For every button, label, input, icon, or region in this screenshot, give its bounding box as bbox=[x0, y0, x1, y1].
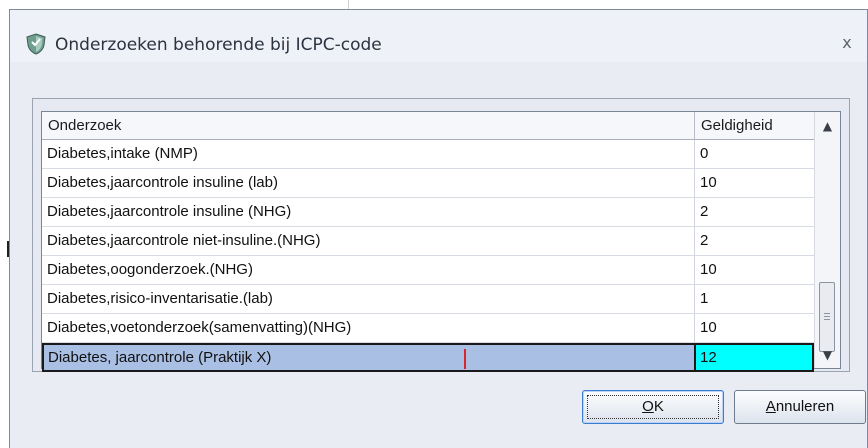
onderzoek-cell[interactable]: Diabetes,jaarcontrole niet-insuline.(NHG… bbox=[42, 227, 694, 256]
cancel-button[interactable]: Annuleren bbox=[734, 390, 866, 424]
geldigheid-cell-active[interactable]: 12 bbox=[694, 343, 814, 372]
onderzoek-cell-editing[interactable]: Diabetes, jaarcontrole (Praktijk X) bbox=[42, 343, 694, 372]
arrow-up-icon[interactable]: ▲ bbox=[815, 113, 840, 139]
cancel-mnemonic: A bbox=[765, 398, 776, 415]
close-icon[interactable]: x bbox=[835, 32, 859, 54]
onderzoek-cell[interactable]: Diabetes,risico-inventarisatie.(lab) bbox=[42, 285, 694, 314]
ok-button[interactable]: OK bbox=[582, 390, 724, 424]
geldigheid-cell[interactable]: 2 bbox=[694, 227, 814, 256]
table-row[interactable]: Diabetes,jaarcontrole insuline (NHG) 2 bbox=[42, 198, 814, 227]
table-row[interactable]: Diabetes,voetonderzoek(samenvatting)(NHG… bbox=[42, 314, 814, 343]
background-window-edge-left bbox=[0, 9, 9, 448]
table-row[interactable]: Diabetes,risico-inventarisatie.(lab) 1 bbox=[42, 285, 814, 314]
grip-line bbox=[824, 313, 830, 314]
table-row[interactable]: Diabetes,oogonderzoek.(NHG) 10 bbox=[42, 256, 814, 285]
icpc-dialog: Onderzoeken behorende bij ICPC-code x On… bbox=[9, 9, 868, 448]
shield-icon bbox=[26, 33, 46, 55]
onderzoek-cell[interactable]: Diabetes,oogonderzoek.(NHG) bbox=[42, 256, 694, 285]
focus-rectangle bbox=[587, 395, 719, 419]
onderzoeken-grid[interactable]: Onderzoek Geldigheid Diabetes,intake (NM… bbox=[41, 111, 841, 372]
background-divider bbox=[348, 0, 349, 9]
table-row-selected[interactable]: Diabetes, jaarcontrole (Praktijk X) 12 bbox=[42, 343, 814, 372]
onderzoek-cell[interactable]: Diabetes,voetonderzoek(samenvatting)(NHG… bbox=[42, 314, 694, 343]
vertical-scrollbar[interactable]: ▲ ▼ bbox=[814, 112, 840, 368]
table-row[interactable]: Diabetes,intake (NMP) 0 bbox=[42, 140, 814, 169]
geldigheid-cell[interactable]: 2 bbox=[694, 198, 814, 227]
table-row[interactable]: Diabetes,jaarcontrole niet-insuline.(NHG… bbox=[42, 227, 814, 256]
onderzoek-cell[interactable]: Diabetes,intake (NMP) bbox=[42, 140, 694, 169]
geldigheid-cell[interactable]: 10 bbox=[694, 256, 814, 285]
onderzoek-cell[interactable]: Diabetes,jaarcontrole insuline (lab) bbox=[42, 169, 694, 198]
background-window-edge bbox=[0, 0, 868, 9]
geldigheid-cell[interactable]: 10 bbox=[694, 169, 814, 198]
geldigheid-cell[interactable]: 1 bbox=[694, 285, 814, 314]
dialog-title: Onderzoeken behorende bij ICPC-code bbox=[55, 35, 382, 55]
title-bar[interactable]: Onderzoeken behorende bij ICPC-code x bbox=[10, 10, 867, 62]
grip-line bbox=[824, 316, 830, 317]
onderzoek-cell[interactable]: Diabetes,jaarcontrole insuline (NHG) bbox=[42, 198, 694, 227]
grip-line bbox=[824, 319, 830, 320]
table-row[interactable]: Diabetes,jaarcontrole insuline (lab) 10 bbox=[42, 169, 814, 198]
cancel-label-rest: nnuleren bbox=[775, 398, 835, 415]
text-caret bbox=[464, 349, 466, 369]
column-header-row: Onderzoek Geldigheid bbox=[42, 112, 840, 140]
grid-rows: Diabetes,intake (NMP) 0 Diabetes,jaarcon… bbox=[42, 140, 814, 372]
arrow-down-icon[interactable]: ▼ bbox=[815, 342, 840, 368]
geldigheid-cell[interactable]: 0 bbox=[694, 140, 814, 169]
column-header-geldigheid[interactable]: Geldigheid bbox=[694, 112, 814, 139]
onderzoek-edit-text[interactable]: Diabetes, jaarcontrole (Praktijk X) bbox=[48, 349, 271, 366]
column-header-onderzoek[interactable]: Onderzoek bbox=[42, 112, 694, 139]
geldigheid-cell[interactable]: 10 bbox=[694, 314, 814, 343]
